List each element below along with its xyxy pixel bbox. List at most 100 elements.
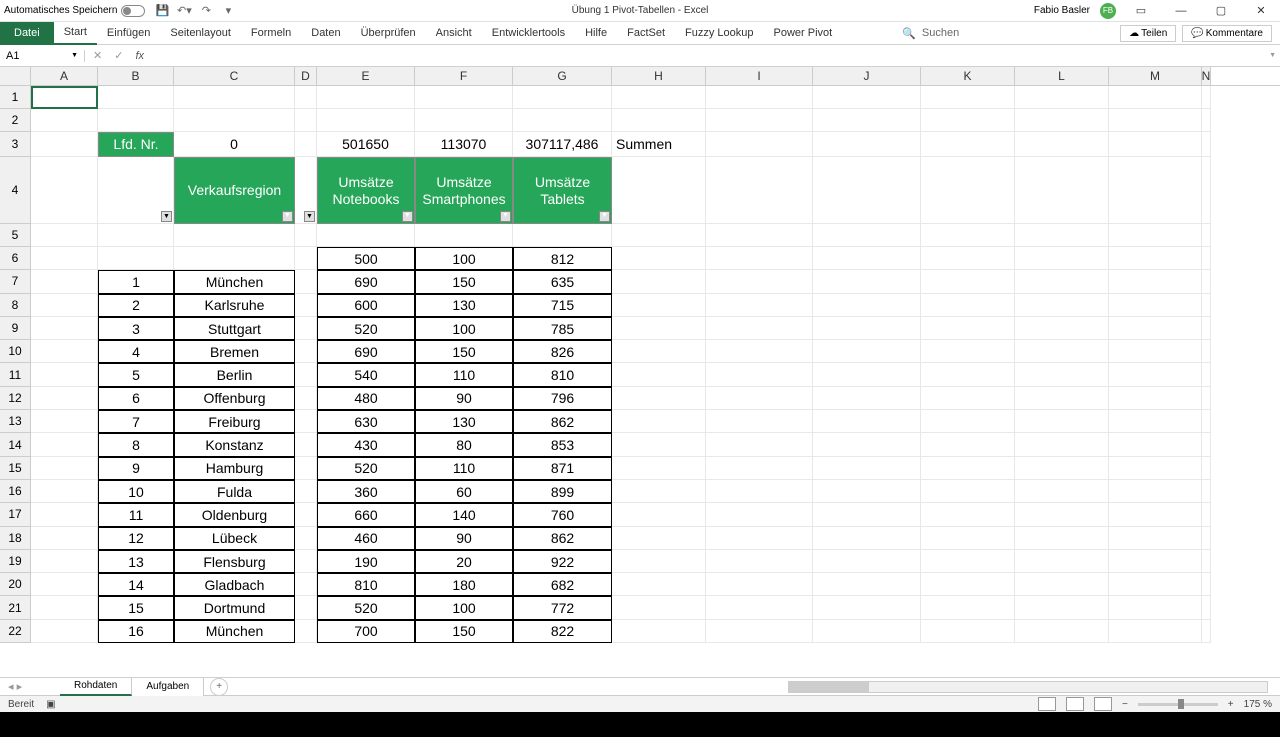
cell-G1[interactable] [513,86,612,109]
cell[interactable] [921,457,1015,480]
cell[interactable] [1015,550,1109,573]
cell[interactable] [1015,480,1109,503]
cell[interactable] [706,247,813,270]
tab-seitenlayout[interactable]: Seitenlayout [160,22,241,45]
cell[interactable] [813,247,921,270]
fx-icon[interactable]: fx [135,50,144,62]
cell-e14[interactable]: 430 [317,433,415,456]
filter-b[interactable]: ▼ [161,211,172,222]
cell[interactable] [921,340,1015,363]
cell[interactable] [612,340,706,363]
cell-b19[interactable]: 13 [98,550,174,573]
undo-icon[interactable]: ↶▾ [177,4,191,18]
row-header-21[interactable]: 21 [0,596,31,619]
zoom-level[interactable]: 175 % [1244,699,1272,710]
cell[interactable] [415,109,513,132]
autosave-toggle[interactable]: Automatisches Speichern [4,5,145,17]
macro-icon[interactable]: ▣ [46,699,55,710]
cell[interactable] [813,132,921,157]
cell[interactable] [706,132,813,157]
cell[interactable] [98,224,174,247]
cell-c10[interactable]: Bremen [174,340,295,363]
col-header-K[interactable]: K [921,67,1015,85]
cell[interactable] [921,247,1015,270]
cell[interactable] [813,503,921,526]
tab-factset[interactable]: FactSet [617,22,675,45]
cell[interactable] [813,317,921,340]
cell-c7[interactable]: München [174,270,295,293]
filter-g[interactable]: ▼ [599,211,610,222]
cell[interactable] [706,224,813,247]
cell[interactable] [1109,270,1202,293]
cell[interactable] [612,270,706,293]
cell[interactable] [1015,247,1109,270]
tab-formeln[interactable]: Formeln [241,22,301,45]
cell[interactable] [921,620,1015,643]
cell[interactable]: 113070 [415,132,513,157]
cell[interactable] [1202,596,1211,619]
cell-g20[interactable]: 682 [513,573,612,596]
cell-f18[interactable]: 90 [415,527,513,550]
cell-f11[interactable]: 110 [415,363,513,386]
cell-b16[interactable]: 10 [98,480,174,503]
cell[interactable] [921,270,1015,293]
cell[interactable] [295,270,317,293]
cell[interactable] [706,480,813,503]
tab-hilfe[interactable]: Hilfe [575,22,617,45]
user-name[interactable]: Fabio Basler [1034,5,1090,16]
cell-f17[interactable]: 140 [415,503,513,526]
cell[interactable] [706,433,813,456]
tab-einfügen[interactable]: Einfügen [97,22,160,45]
cell[interactable] [31,247,98,270]
cell-f8[interactable]: 130 [415,294,513,317]
cell-f20[interactable]: 180 [415,573,513,596]
cell-b6[interactable] [98,247,174,270]
cell[interactable] [31,527,98,550]
cell-e6[interactable]: 500 [317,247,415,270]
cell[interactable] [813,433,921,456]
cell[interactable] [1202,294,1211,317]
col-header-D[interactable]: D [295,67,317,85]
filter-d[interactable]: ▼ [304,211,315,222]
cell[interactable] [1109,109,1202,132]
cell-f15[interactable]: 110 [415,457,513,480]
cell-f14[interactable]: 80 [415,433,513,456]
filter-e[interactable]: ▼ [402,211,413,222]
cell[interactable] [1202,457,1211,480]
cell-J1[interactable] [813,86,921,109]
cell[interactable] [295,620,317,643]
cell-H1[interactable] [612,86,706,109]
close-icon[interactable]: ✕ [1246,2,1276,20]
cell-D1[interactable] [295,86,317,109]
view-layout-icon[interactable] [1066,697,1084,711]
cell-e20[interactable]: 810 [317,573,415,596]
cell[interactable] [612,224,706,247]
cell-f10[interactable]: 150 [415,340,513,363]
cell[interactable] [921,596,1015,619]
cell[interactable] [612,573,706,596]
cell[interactable] [1109,527,1202,550]
cell[interactable] [813,573,921,596]
name-box[interactable]: A1 ▼ [0,50,85,62]
cell[interactable] [295,247,317,270]
cell[interactable] [813,363,921,386]
cell-b21[interactable]: 15 [98,596,174,619]
cell[interactable] [1109,294,1202,317]
cell[interactable] [612,410,706,433]
cell[interactable] [1202,387,1211,410]
cell-g12[interactable]: 796 [513,387,612,410]
cell[interactable]: 501650 [317,132,415,157]
cell[interactable] [921,387,1015,410]
cell[interactable] [706,527,813,550]
cell[interactable] [1015,340,1109,363]
cell-c11[interactable]: Berlin [174,363,295,386]
cell-f9[interactable]: 100 [415,317,513,340]
row-header-12[interactable]: 12 [0,387,31,410]
cell[interactable] [1202,224,1211,247]
cell-g8[interactable]: 715 [513,294,612,317]
filter-c[interactable]: ▼ [282,211,293,222]
add-sheet-button[interactable]: + [210,678,228,696]
cell[interactable] [706,109,813,132]
cell-c14[interactable]: Konstanz [174,433,295,456]
accept-icon[interactable]: ✓ [114,49,123,62]
